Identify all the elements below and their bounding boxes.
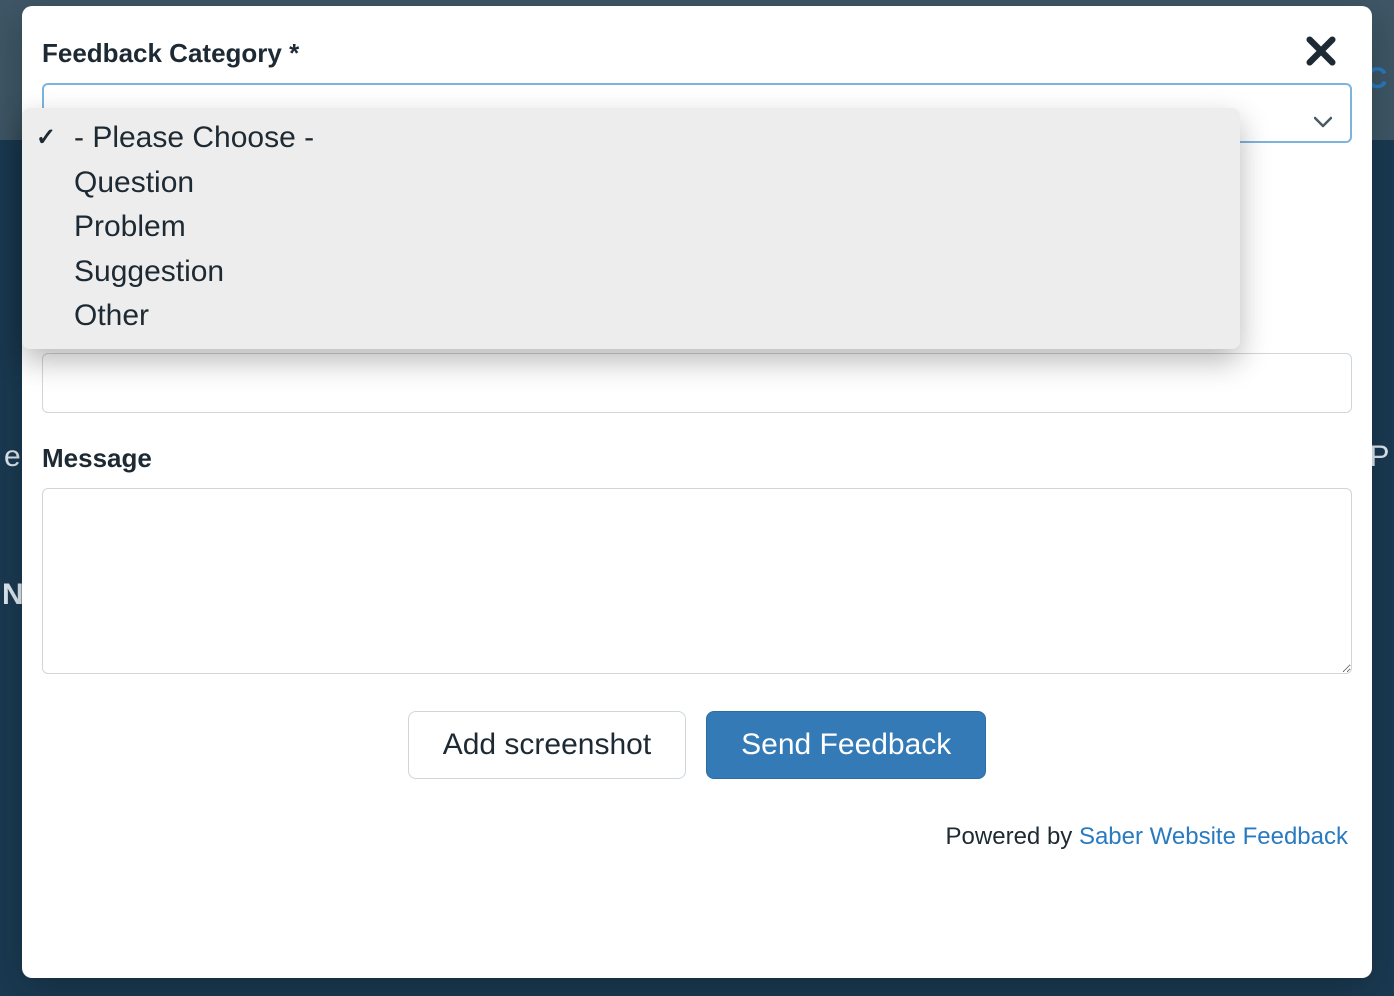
email-input[interactable]	[42, 353, 1352, 413]
dropdown-option-problem[interactable]: ✓ Problem	[22, 205, 1240, 250]
dropdown-option-placeholder[interactable]: ✓ - Please Choose -	[22, 116, 1240, 161]
message-label: Message	[42, 443, 1352, 474]
bg-fragment: N	[2, 578, 24, 612]
dropdown-option-label: Other	[74, 296, 149, 337]
powered-prefix: Powered by	[946, 823, 1079, 850]
dropdown-option-other[interactable]: ✓ Other	[22, 294, 1240, 339]
bg-fragment: P	[1369, 440, 1390, 474]
add-screenshot-button[interactable]: Add screenshot	[408, 711, 686, 779]
check-icon: ✓	[34, 122, 58, 154]
bg-fragment: e	[4, 440, 21, 474]
category-label: Feedback Category *	[42, 38, 1352, 69]
button-row: Add screenshot Send Feedback	[42, 711, 1352, 779]
dropdown-option-label: Problem	[74, 207, 186, 248]
close-icon[interactable]	[1304, 34, 1338, 68]
send-feedback-button[interactable]: Send Feedback	[706, 711, 986, 779]
dropdown-option-question[interactable]: ✓ Question	[22, 161, 1240, 206]
dropdown-option-label: - Please Choose -	[74, 118, 314, 159]
dropdown-option-label: Suggestion	[74, 252, 224, 293]
chevron-down-icon	[1314, 107, 1332, 119]
message-textarea[interactable]	[42, 488, 1352, 674]
category-dropdown[interactable]: ✓ - Please Choose - ✓ Question ✓ Problem…	[22, 108, 1240, 349]
dropdown-option-suggestion[interactable]: ✓ Suggestion	[22, 250, 1240, 295]
powered-link[interactable]: Saber Website Feedback	[1079, 823, 1348, 850]
powered-by: Powered by Saber Website Feedback	[42, 823, 1352, 851]
dropdown-option-label: Question	[74, 163, 194, 204]
